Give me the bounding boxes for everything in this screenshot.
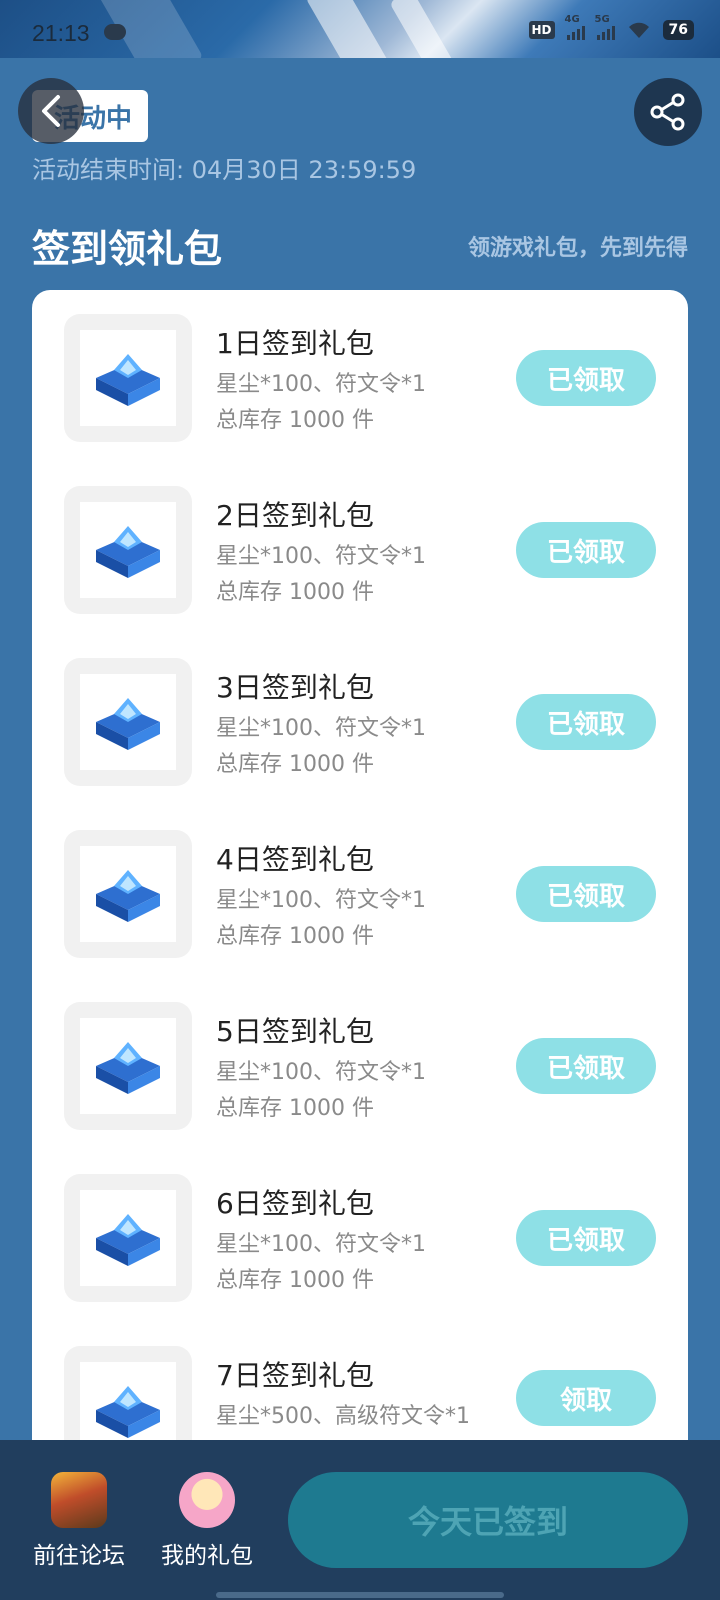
gift-row: 1日签到礼包 星尘*100、符文令*1 总库存 1000 件 已领取: [32, 290, 688, 466]
my-gifts-label: 我的礼包: [161, 1543, 253, 1569]
gift-stock: 总库存 1000 件: [216, 580, 374, 605]
gift-title: 4日签到礼包: [216, 843, 374, 876]
gift-row: 4日签到礼包 星尘*100、符文令*1 总库存 1000 件 已领取: [32, 806, 688, 982]
gift-thumbnail: [64, 314, 192, 442]
share-button[interactable]: [634, 78, 702, 146]
gift-contents: 星尘*100、符文令*1: [216, 372, 426, 397]
claimed-button[interactable]: 已领取: [516, 350, 656, 406]
claimed-button[interactable]: 已领取: [516, 522, 656, 578]
gift-thumbnail: [64, 1174, 192, 1302]
gift-stock: 总库存 1000 件: [216, 752, 374, 777]
my-gifts-icon: [179, 1472, 235, 1528]
hd-badge: HD: [528, 21, 555, 39]
gift-thumbnail: [64, 486, 192, 614]
gift-thumbnail: [64, 1002, 192, 1130]
claim-button[interactable]: 领取: [516, 1370, 656, 1426]
treasure-chest-icon: [96, 698, 160, 750]
treasure-chest-icon: [96, 870, 160, 922]
claimed-button[interactable]: 已领取: [516, 1038, 656, 1094]
gift-thumbnail: [64, 830, 192, 958]
section-title: 签到领礼包: [32, 227, 223, 271]
gift-row: 5日签到礼包 星尘*100、符文令*1 总库存 1000 件 已领取: [32, 978, 688, 1154]
gift-list-card: 1日签到礼包 星尘*100、符文令*1 总库存 1000 件 已领取 2日签到礼…: [32, 290, 688, 1440]
treasure-chest-icon: [96, 1386, 160, 1438]
back-arrow-icon: [42, 95, 60, 127]
forum-game-icon: [51, 1472, 107, 1528]
share-icon: [650, 93, 685, 131]
gift-stock: 总库存 1000 件: [216, 1268, 374, 1293]
section-subtitle: 领游戏礼包，先到先得: [467, 236, 688, 261]
gift-contents: 星尘*100、符文令*1: [216, 1060, 426, 1085]
treasure-chest-icon: [96, 354, 160, 406]
home-indicator: [216, 1592, 504, 1598]
my-gifts-link[interactable]: 我的礼包: [152, 1472, 262, 1570]
claimed-button[interactable]: 已领取: [516, 694, 656, 750]
activity-end-time: 活动结束时间: 04月30日 23:59:59: [32, 156, 417, 184]
gift-title: 3日签到礼包: [216, 671, 374, 704]
status-icons: HD 4G 5G 76: [528, 14, 694, 40]
gift-row: 6日签到礼包 星尘*100、符文令*1 总库存 1000 件 已领取: [32, 1150, 688, 1326]
gift-row: 3日签到礼包 星尘*100、符文令*1 总库存 1000 件 已领取: [32, 634, 688, 810]
gift-thumbnail: [64, 658, 192, 786]
signal-5g-icon: 5G: [595, 14, 615, 40]
gift-row: 7日签到礼包 星尘*500、高级符文令*1 领取: [32, 1322, 688, 1440]
forum-label: 前往论坛: [33, 1543, 125, 1569]
gift-thumbnail: [64, 1346, 192, 1440]
treasure-chest-icon: [96, 1042, 160, 1094]
claimed-button[interactable]: 已领取: [516, 866, 656, 922]
gift-row: 2日签到礼包 星尘*100、符文令*1 总库存 1000 件 已领取: [32, 462, 688, 638]
gift-contents: 星尘*100、符文令*1: [216, 716, 426, 741]
treasure-chest-icon: [96, 526, 160, 578]
bottom-action-bar: 前往论坛 我的礼包 今天已签到: [0, 1440, 720, 1600]
gift-contents: 星尘*500、高级符文令*1: [216, 1404, 470, 1429]
gift-title: 5日签到礼包: [216, 1015, 374, 1048]
chat-notification-icon: [104, 24, 126, 40]
wifi-icon: [628, 22, 649, 38]
gift-stock: 总库存 1000 件: [216, 924, 374, 949]
gift-title: 6日签到礼包: [216, 1187, 374, 1220]
treasure-chest-icon: [96, 1214, 160, 1266]
gift-title: 2日签到礼包: [216, 499, 374, 532]
signal-4g-icon: 4G: [565, 14, 585, 40]
status-bar: 21:13 HD 4G 5G 76: [0, 14, 720, 54]
gift-contents: 星尘*100、符文令*1: [216, 1232, 426, 1257]
back-button[interactable]: [18, 78, 84, 144]
checkin-button[interactable]: 今天已签到: [288, 1472, 688, 1568]
gift-contents: 星尘*100、符文令*1: [216, 544, 426, 569]
gift-title: 7日签到礼包: [216, 1359, 374, 1392]
gift-contents: 星尘*100、符文令*1: [216, 888, 426, 913]
gift-stock: 总库存 1000 件: [216, 1096, 374, 1121]
status-time: 21:13: [32, 20, 90, 46]
claimed-button[interactable]: 已领取: [516, 1210, 656, 1266]
gift-stock: 总库存 1000 件: [216, 408, 374, 433]
forum-link[interactable]: 前往论坛: [24, 1472, 134, 1570]
gift-title: 1日签到礼包: [216, 327, 374, 360]
battery-indicator: 76: [662, 20, 694, 40]
